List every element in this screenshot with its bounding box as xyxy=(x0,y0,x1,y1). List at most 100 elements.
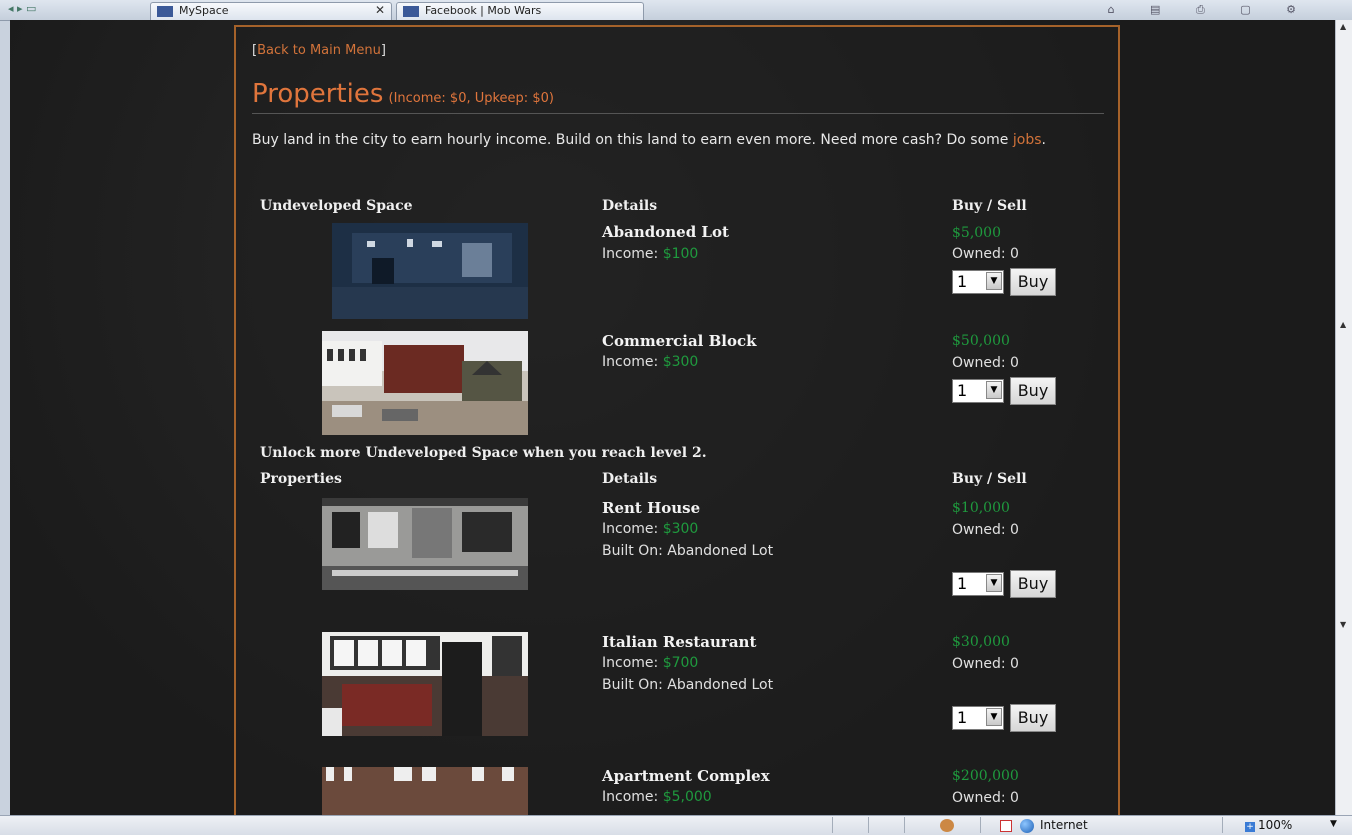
price: $5,000 xyxy=(952,225,1001,241)
col-header-properties: Properties xyxy=(260,471,342,487)
quantity-value: 1 xyxy=(957,708,968,727)
col-header-details: Details xyxy=(602,198,658,214)
col-header-buy-sell: Buy / Sell xyxy=(952,471,1027,487)
scroll-marker-icon: ▲ xyxy=(1340,320,1347,329)
properties-panel: [Back to Main Menu] Properties (Income: … xyxy=(234,25,1120,815)
quantity-select[interactable]: 1 ▼ xyxy=(952,270,1004,294)
privacy-icon[interactable] xyxy=(940,819,954,832)
owned-count: Owned: 0 xyxy=(952,522,1019,538)
quantity-value: 1 xyxy=(957,381,968,400)
facebook-favicon-icon xyxy=(403,6,419,17)
status-divider xyxy=(868,817,869,833)
price: $10,000 xyxy=(952,500,1010,516)
bracket: ] xyxy=(380,43,386,58)
buy-button[interactable]: Buy xyxy=(1010,377,1056,405)
scroll-marker-icon: ▼ xyxy=(1340,620,1347,629)
income-value: $300 xyxy=(662,354,699,370)
chevron-down-icon[interactable]: ▼ xyxy=(1330,819,1337,829)
browser-status-bar: Internet +100% ▼ xyxy=(0,815,1352,835)
property-name: Italian Restaurant xyxy=(602,633,757,651)
buy-button[interactable]: Buy xyxy=(1010,704,1056,732)
property-name: Apartment Complex xyxy=(602,767,770,785)
quantity-select[interactable]: 1 ▼ xyxy=(952,706,1004,730)
property-name: Commercial Block xyxy=(602,332,757,350)
income-line: Income: $700 xyxy=(602,655,698,671)
owned-count: Owned: 0 xyxy=(952,355,1019,371)
status-divider xyxy=(832,817,833,833)
back-to-main-menu-link[interactable]: Back to Main Menu xyxy=(257,43,381,58)
apartment-complex-image xyxy=(322,767,528,815)
tab-label: MySpace xyxy=(179,4,229,17)
page-heading: Properties (Income: $0, Upkeep: $0) xyxy=(252,79,1104,114)
income-value: $300 xyxy=(662,521,699,537)
abandoned-lot-image xyxy=(332,223,538,319)
vertical-scrollbar[interactable]: ▲ ▲ ▼ xyxy=(1335,20,1352,815)
security-zone[interactable]: Internet xyxy=(1040,818,1088,832)
property-name: Abandoned Lot xyxy=(602,223,729,241)
zoom-icon: + xyxy=(1245,822,1255,832)
col-header-buy-sell: Buy / Sell xyxy=(952,198,1027,214)
chevron-down-icon[interactable]: ▼ xyxy=(986,381,1002,399)
tab-close-icon[interactable]: ✕ xyxy=(375,3,385,17)
italian-restaurant-image xyxy=(322,632,528,736)
tab-myspace[interactable]: MySpace ✕ xyxy=(150,2,392,20)
tab-nav-buttons[interactable]: ◂ ▸ ▭ xyxy=(8,2,88,18)
intro-text: Buy land in the city to earn hourly inco… xyxy=(252,130,1104,151)
income-line: Income: $100 xyxy=(602,246,698,262)
myspace-favicon-icon xyxy=(157,6,173,17)
intro-period: . xyxy=(1041,132,1046,148)
back-to-main-menu: [Back to Main Menu] xyxy=(252,43,386,58)
page-viewport: [Back to Main Menu] Properties (Income: … xyxy=(10,20,1336,815)
col-header-undeveloped-space: Undeveloped Space xyxy=(260,198,413,214)
page-title: Properties xyxy=(252,79,384,109)
buy-button[interactable]: Buy xyxy=(1010,570,1056,598)
status-divider xyxy=(1222,817,1223,833)
income-label: Income: xyxy=(602,246,663,262)
built-on-line: Built On: Abandoned Lot xyxy=(602,677,774,693)
income-label: Income: xyxy=(602,354,663,370)
built-on-line: Built On: Abandoned Lot xyxy=(602,543,774,559)
chevron-down-icon[interactable]: ▼ xyxy=(986,708,1002,726)
scroll-up-icon[interactable]: ▲ xyxy=(1340,22,1346,31)
zoom-value: 100% xyxy=(1258,818,1293,832)
income-value: $700 xyxy=(662,655,699,671)
status-divider xyxy=(904,817,905,833)
price: $50,000 xyxy=(952,333,1010,349)
quantity-select[interactable]: 1 ▼ xyxy=(952,379,1004,403)
globe-icon xyxy=(1020,819,1034,833)
income-line: Income: $300 xyxy=(602,354,698,370)
unlock-notice: Unlock more Undeveloped Space when you r… xyxy=(260,445,707,461)
tab-mob-wars[interactable]: Facebook | Mob Wars xyxy=(396,2,644,20)
col-header-details: Details xyxy=(602,471,658,487)
owned-count: Owned: 0 xyxy=(952,790,1019,806)
rent-house-image xyxy=(322,498,528,590)
income-upkeep-summary: (Income: $0, Upkeep: $0) xyxy=(388,91,554,106)
price: $200,000 xyxy=(952,768,1019,784)
browser-tab-strip: ◂ ▸ ▭ MySpace ✕ Facebook | Mob Wars ⌂ ▤ … xyxy=(0,0,1352,21)
quantity-value: 1 xyxy=(957,574,968,593)
zoom-level[interactable]: +100% xyxy=(1245,818,1292,832)
blocked-icon[interactable] xyxy=(1000,820,1012,832)
owned-count: Owned: 0 xyxy=(952,246,1019,262)
income-value: $5,000 xyxy=(662,789,712,805)
browser-toolbar-icons[interactable]: ⌂ ▤ ⎙ ▢ ⚙ xyxy=(1108,3,1312,17)
income-line: Income: $300 xyxy=(602,521,698,537)
intro-sentence: Buy land in the city to earn hourly inco… xyxy=(252,132,1013,148)
price: $30,000 xyxy=(952,634,1010,650)
tab-label: Facebook | Mob Wars xyxy=(425,4,542,17)
property-name: Rent House xyxy=(602,499,701,517)
income-label: Income: xyxy=(602,521,663,537)
owned-count: Owned: 0 xyxy=(952,656,1019,672)
quantity-value: 1 xyxy=(957,272,968,291)
buy-button[interactable]: Buy xyxy=(1010,268,1056,296)
chevron-down-icon[interactable]: ▼ xyxy=(986,272,1002,290)
income-value: $100 xyxy=(662,246,699,262)
jobs-link[interactable]: jobs xyxy=(1013,132,1042,148)
status-divider xyxy=(980,817,981,833)
commercial-block-image xyxy=(322,331,528,435)
quantity-select[interactable]: 1 ▼ xyxy=(952,572,1004,596)
income-line: Income: $5,000 xyxy=(602,789,712,805)
chevron-down-icon[interactable]: ▼ xyxy=(986,574,1002,592)
income-label: Income: xyxy=(602,789,663,805)
income-label: Income: xyxy=(602,655,663,671)
